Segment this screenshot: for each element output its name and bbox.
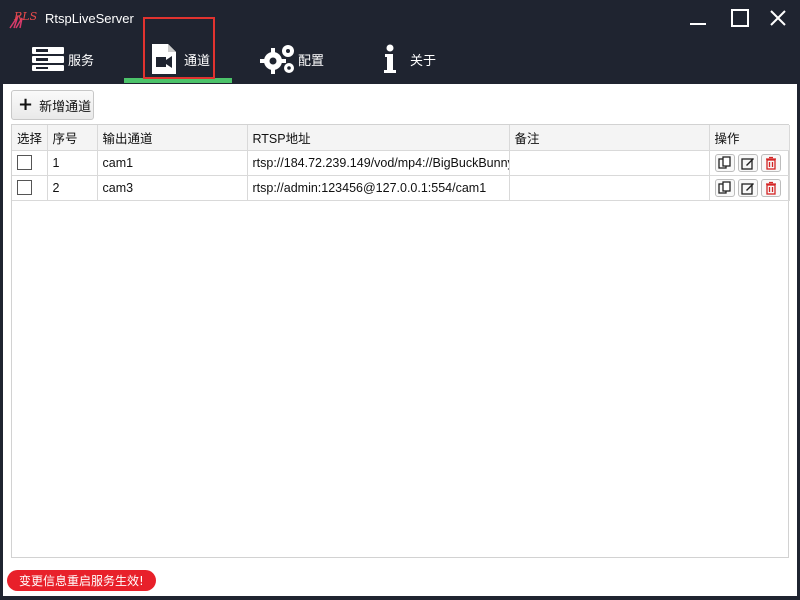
row-rtsp-url: rtsp://admin:123456@127.0.0.1:554/cam1 [247,175,510,201]
nav-label-about: 关于 [410,53,437,69]
app-title: RtspLiveServer [45,11,134,26]
nav-item-service[interactable]: 服务 [30,36,94,82]
table-row[interactable]: 2 cam3 rtsp://admin:123456@127.0.0.1:554… [12,175,790,201]
trash-icon [765,181,776,195]
main-nav: 服务 通道 配置 关于 [0,36,800,84]
table-row[interactable]: 1 cam1 rtsp://184.72.239.149/vod/mp4://B… [12,150,790,176]
row-checkbox[interactable] [17,180,32,196]
copy-button[interactable] [714,178,735,197]
row-checkbox[interactable] [17,155,32,171]
row-channel: cam3 [97,175,248,201]
minimize-button[interactable] [686,6,710,30]
column-header-index[interactable]: 序号 [47,125,98,151]
maximize-icon [731,9,749,27]
row-actions [714,153,784,172]
edit-icon [740,157,754,170]
channel-table: 选择 序号 输出通道 RTSP地址 备注 操作 1 cam1 rtsp://18… [11,124,790,558]
plus-icon: + [18,94,34,115]
delete-button[interactable] [760,178,781,197]
row-index: 1 [47,150,98,176]
trash-icon [765,156,776,170]
nav-label-config: 配置 [298,53,325,69]
table-header-row: 选择 序号 输出通道 RTSP地址 备注 操作 [12,125,790,151]
copy-icon [717,155,731,169]
server-icon [30,41,66,77]
column-header-rtsp[interactable]: RTSP地址 [247,125,510,151]
row-index: 2 [47,175,98,201]
copy-icon [717,180,731,194]
nav-item-config[interactable]: 配置 [260,36,324,82]
copy-button[interactable] [714,153,735,172]
status-badge: 变更信息重启服务生效! [7,570,156,591]
edit-icon [740,182,754,195]
row-rtsp-url: rtsp://184.72.239.149/vod/mp4://BigBuckB… [247,150,510,176]
add-channel-label: 新增通道 [39,99,92,115]
row-actions [714,178,784,197]
maximize-button[interactable] [728,6,752,30]
column-header-select[interactable]: 选择 [12,125,48,151]
channel-panel: + 新增通道 选择 序号 输出通道 RTSP地址 备注 操作 1 cam1 rt… [3,84,797,596]
column-header-actions[interactable]: 操作 [709,125,790,151]
app-logo: RLS [9,10,38,29]
edit-button[interactable] [737,178,758,197]
row-note [509,175,710,201]
row-note [509,150,710,176]
info-icon [372,41,408,77]
delete-button[interactable] [760,153,781,172]
add-channel-button[interactable]: + 新增通道 [11,90,94,120]
title-bar[interactable]: RLS RtspLiveServer [0,0,800,36]
close-button[interactable] [766,6,790,30]
svg-text:RLS: RLS [13,10,38,23]
edit-button[interactable] [737,153,758,172]
minimize-icon [690,23,706,25]
column-header-note[interactable]: 备注 [509,125,710,151]
column-header-channel[interactable]: 输出通道 [97,125,248,151]
close-icon [770,10,786,26]
nav-label-service: 服务 [68,53,95,69]
gears-icon [260,41,296,77]
app-window: RLS RtspLiveServer 服务 通道 配置 关于 + 新增通道 选择… [0,0,800,600]
nav-item-about[interactable]: 关于 [372,36,436,82]
row-channel: cam1 [97,150,248,176]
highlight-box [143,17,215,79]
